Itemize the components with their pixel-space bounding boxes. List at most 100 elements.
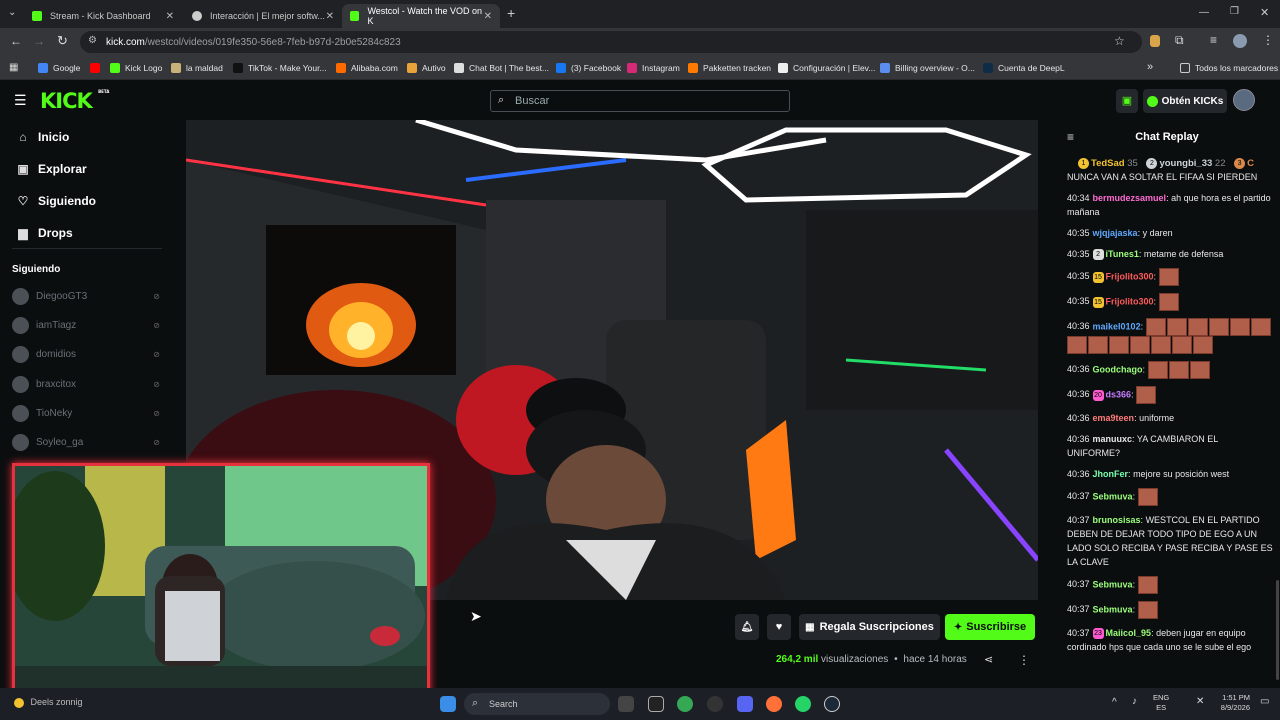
bookmark-star-icon[interactable]: ☆ xyxy=(1114,34,1125,48)
firefox-icon[interactable] xyxy=(766,696,782,712)
taskbar-search[interactable]: ⌕ Search xyxy=(464,693,610,715)
message-username[interactable]: Maiicol_95 xyxy=(1106,628,1152,638)
message-username[interactable]: iTunes1 xyxy=(1106,249,1139,259)
nav-inicio[interactable]: ⌂ Inicio xyxy=(16,130,69,144)
restore-icon[interactable]: ❐ xyxy=(1230,6,1239,17)
chat-scrollbar[interactable] xyxy=(1276,580,1279,680)
bookmark-item[interactable]: Google xyxy=(38,56,80,80)
media-control-icon[interactable]: ≡ xyxy=(1210,33,1217,47)
hamburger-menu-icon[interactable]: ☰ xyxy=(14,92,27,109)
profile-avatar[interactable] xyxy=(1233,34,1247,48)
app-icon[interactable] xyxy=(707,696,723,712)
tab-list-chevron-icon[interactable]: ⌄ xyxy=(8,7,16,18)
extensions-puzzle-icon[interactable]: ⧉ xyxy=(1175,33,1184,48)
message-text: mejore su posición west xyxy=(1133,469,1230,479)
nav-explorar[interactable]: ▣ Explorar xyxy=(16,162,86,176)
following-channel[interactable]: DiegooGT3 ⊘ xyxy=(12,288,160,305)
close-icon[interactable]: ✕ xyxy=(166,11,174,22)
site-info-icon[interactable]: ⚙ xyxy=(88,35,97,46)
file-explorer-icon[interactable] xyxy=(618,696,634,712)
message-username[interactable]: manuuxc xyxy=(1093,434,1133,444)
notification-bell-button[interactable]: 🔔︎ xyxy=(735,614,759,640)
bookmark-item[interactable]: TikTok - Make Your... xyxy=(233,56,327,80)
nav-drops[interactable]: ▆ Drops xyxy=(16,226,72,240)
bookmark-item[interactable]: Pakketten tracken xyxy=(688,56,771,80)
microphone-icon[interactable]: ♪ xyxy=(1132,696,1137,707)
gift-subs-button[interactable]: ▦ Regala Suscripciones xyxy=(799,614,940,640)
notifications-icon[interactable]: ▭ xyxy=(1260,696,1269,707)
whatsapp-icon[interactable] xyxy=(795,696,811,712)
bookmark-item[interactable]: Alibaba.com xyxy=(336,56,398,80)
bookmark-item[interactable]: Billing overview - O... xyxy=(880,56,975,80)
message-username[interactable]: wjqjajaska xyxy=(1093,228,1138,238)
steam-icon[interactable] xyxy=(824,696,840,712)
reload-icon[interactable]: ↻ xyxy=(57,33,68,49)
tray-chevron-icon[interactable]: ^ xyxy=(1112,697,1117,708)
bookmark-item[interactable]: (3) Facebook xyxy=(556,56,621,80)
message-username[interactable]: Sebmuva xyxy=(1093,604,1133,614)
message-username[interactable]: JhonFer xyxy=(1093,469,1129,479)
chrome-icon[interactable] xyxy=(677,696,693,712)
bookmarks-more-button[interactable]: » xyxy=(1147,61,1153,73)
bookmark-item[interactable]: Configuración | Elev... xyxy=(778,56,875,80)
browser-menu-icon[interactable]: ⋮ xyxy=(1262,33,1274,47)
message-time: 40:36 xyxy=(1067,389,1090,400)
message-username[interactable]: brunosisas xyxy=(1093,515,1141,525)
message-username[interactable]: Frijolito300 xyxy=(1106,296,1154,306)
minimize-icon[interactable]: — xyxy=(1199,7,1209,18)
bookmark-item[interactable]: Kick Logo xyxy=(110,56,162,80)
more-options-icon[interactable]: ⋮ xyxy=(1018,653,1030,667)
windows-start-icon[interactable] xyxy=(440,696,456,712)
close-icon[interactable]: ✕ xyxy=(326,11,334,22)
offline-icon: ⊘ xyxy=(153,292,160,301)
bookmark-item[interactable]: Cuenta de DeepL xyxy=(983,56,1065,80)
clock[interactable]: 1:51 PM 8/9/2026 xyxy=(1214,693,1250,713)
message-username[interactable]: ds366 xyxy=(1106,389,1132,399)
bookmark-item[interactable]: la maldad xyxy=(171,56,223,80)
share-icon[interactable]: ⋖ xyxy=(984,653,993,666)
address-bar[interactable]: ⚙ kick.com/westcol/videos/019fe350-56e8-… xyxy=(80,31,1142,53)
nav-siguiendo[interactable]: ♡ Siguiendo xyxy=(16,194,96,208)
window-close-icon[interactable]: ✕ xyxy=(1260,6,1269,19)
following-channel[interactable]: domidios ⊘ xyxy=(12,346,160,363)
kicks-store-icon[interactable]: ▣ xyxy=(1116,89,1138,113)
extension-icon[interactable] xyxy=(1150,35,1160,47)
forward-icon[interactable]: → xyxy=(33,34,45,48)
back-icon[interactable]: ← xyxy=(10,34,22,48)
discord-icon[interactable] xyxy=(737,696,753,712)
tab-interaccion[interactable]: Interacción | El mejor softw... ✕ xyxy=(184,4,342,28)
message-username[interactable]: ema9teen xyxy=(1093,413,1135,423)
tab-kick-dashboard[interactable]: Stream - Kick Dashboard ✕ xyxy=(24,4,182,28)
message-username[interactable]: bermudezsamuel xyxy=(1093,193,1167,203)
message-username[interactable]: Goodchago xyxy=(1093,364,1143,374)
bookmark-item[interactable]: Instagram xyxy=(627,56,680,80)
search-input[interactable]: ⌕ Buscar xyxy=(490,90,790,112)
offline-icon: ⊘ xyxy=(153,409,160,418)
language-indicator[interactable]: ENG ES xyxy=(1153,693,1169,713)
following-channel[interactable]: Soyleo_ga ⊘ xyxy=(12,434,160,451)
following-channel[interactable]: TioNeky ⊘ xyxy=(12,405,160,422)
message-username[interactable]: Sebmuva xyxy=(1093,579,1133,589)
message-username[interactable]: maikel0102 xyxy=(1093,321,1141,331)
get-kicks-button[interactable]: Obtén KICKs xyxy=(1143,89,1227,113)
tab-westcol-vod[interactable]: Westcol - Watch the VOD on K ✕ xyxy=(342,4,500,28)
user-avatar[interactable] xyxy=(1233,89,1255,111)
apps-grid-icon[interactable]: ▦ xyxy=(9,62,18,73)
all-bookmarks-folder[interactable]: Todos los marcadores xyxy=(1180,56,1278,80)
message-username[interactable]: Frijolito300 xyxy=(1106,271,1154,281)
kick-sidebar: ⌂ Inicio ▣ Explorar ♡ Siguiendo ▆ Drops Sigu… xyxy=(0,120,172,465)
bookmark-item[interactable]: Autivo xyxy=(407,56,446,80)
volume-mute-icon[interactable]: ✕ xyxy=(1196,696,1204,707)
kick-logo[interactable]: KICK BETA xyxy=(40,89,109,113)
following-channel[interactable]: iamTiagz ⊘ xyxy=(12,317,160,334)
following-channel[interactable]: braxcitox ⊘ xyxy=(12,376,160,393)
bookmark-item[interactable]: Chat Bot | The best... xyxy=(454,56,549,80)
bookmark-item[interactable] xyxy=(90,56,105,80)
weather-widget[interactable]: Deels zonnig xyxy=(14,697,83,708)
message-username[interactable]: Sebmuva xyxy=(1093,491,1133,501)
follow-heart-button[interactable]: ♥ xyxy=(767,614,791,640)
new-tab-button[interactable]: + xyxy=(507,5,515,21)
app-icon[interactable] xyxy=(648,696,664,712)
close-icon[interactable]: ✕ xyxy=(484,11,492,22)
subscribe-button[interactable]: ✦ Suscribirse xyxy=(945,614,1035,640)
